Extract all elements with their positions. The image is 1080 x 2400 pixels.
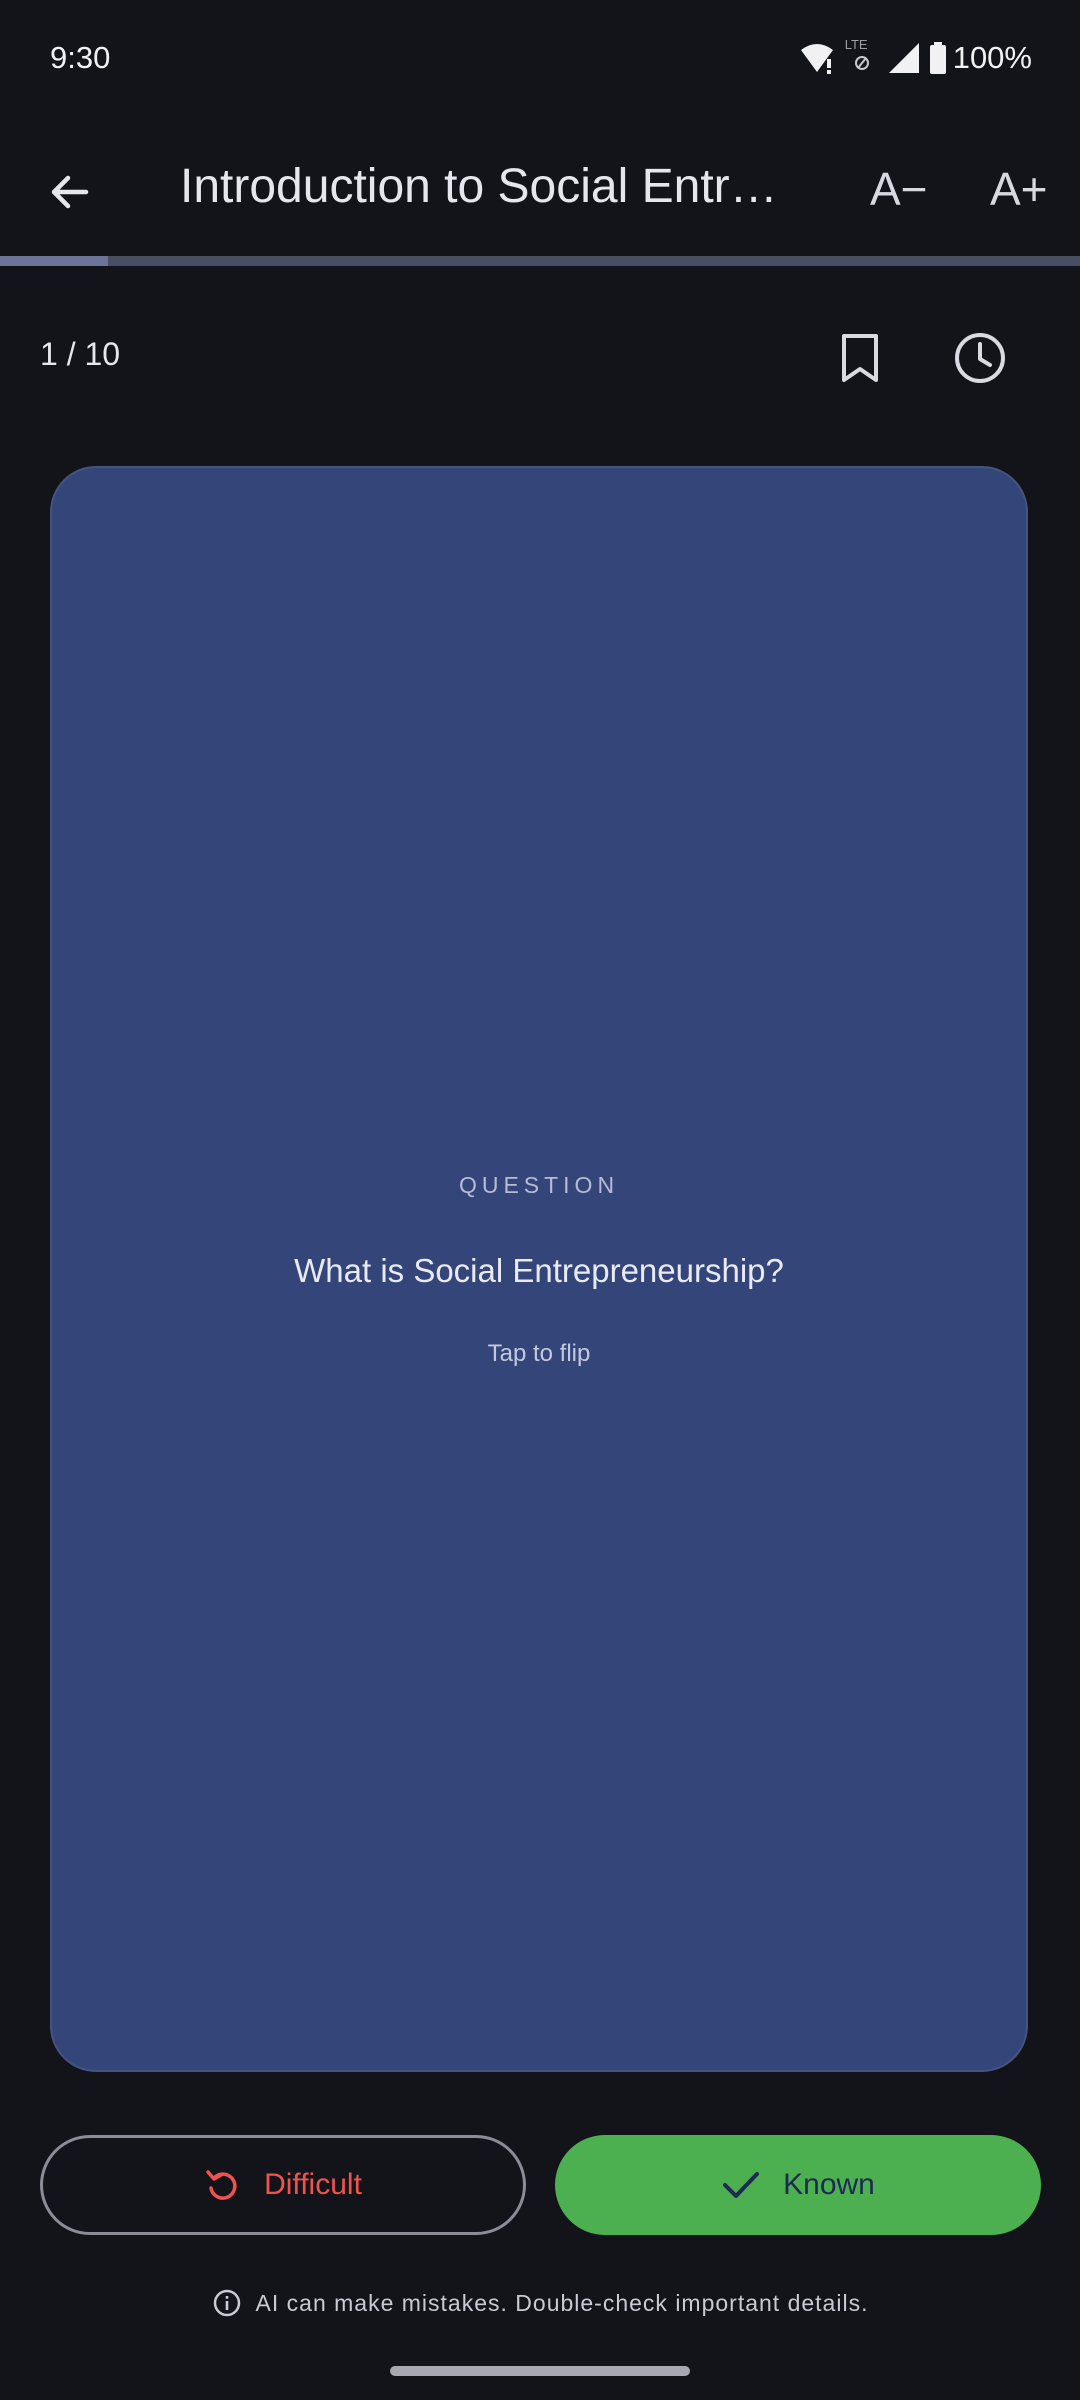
known-button[interactable]: Known <box>555 2135 1041 2235</box>
card-side-label: QUESTION <box>458 1172 620 1198</box>
clock-icon <box>955 333 1005 383</box>
battery-icon <box>929 42 947 74</box>
arrow-left-icon <box>51 175 89 209</box>
card-question: What is Social Entrepreneurship? <box>294 1252 784 1289</box>
difficult-label: Difficult <box>264 2168 362 2201</box>
battery-percentage: 100% <box>952 40 1032 75</box>
status-icons: LTE 100% <box>799 37 1032 76</box>
info-icon <box>213 2289 240 2317</box>
bookmark-button[interactable] <box>822 320 898 396</box>
difficult-button[interactable]: Difficult <box>40 2135 526 2235</box>
disclaimer-text: AI can make mistakes. Double-check impor… <box>255 2289 869 2316</box>
check-icon <box>723 2172 760 2198</box>
undo-icon <box>206 2170 237 2200</box>
status-time: 9:30 <box>50 40 111 75</box>
back-button[interactable] <box>30 152 110 232</box>
app-bar: Introduction to Social Entrep... A− A+ <box>0 124 1080 256</box>
known-label: Known <box>783 2168 875 2201</box>
card-counter: 1 / 10 <box>40 336 121 372</box>
card-flip-hint: Tap to flip <box>487 1340 591 1367</box>
status-bar: 9:30 LTE 100% <box>0 0 1080 124</box>
wifi-alert-icon <box>799 42 835 74</box>
signal-icon <box>888 43 919 73</box>
decrease-font-button[interactable]: A− <box>870 158 928 220</box>
ai-disclaimer: AI can make mistakes. Double-check impor… <box>0 2288 1080 2318</box>
flashcard[interactable]: QUESTION What is Social Entrepreneurship… <box>50 466 1028 2072</box>
lte-icon: LTE <box>845 37 879 75</box>
home-indicator[interactable] <box>390 2366 690 2376</box>
page-title: Introduction to Social Entrep... <box>180 160 800 213</box>
bookmark-icon <box>842 334 878 382</box>
deck-progress-fill <box>0 256 108 266</box>
deck-progress-bar <box>0 256 1080 266</box>
increase-font-button[interactable]: A+ <box>990 158 1048 220</box>
history-button[interactable] <box>942 320 1018 396</box>
